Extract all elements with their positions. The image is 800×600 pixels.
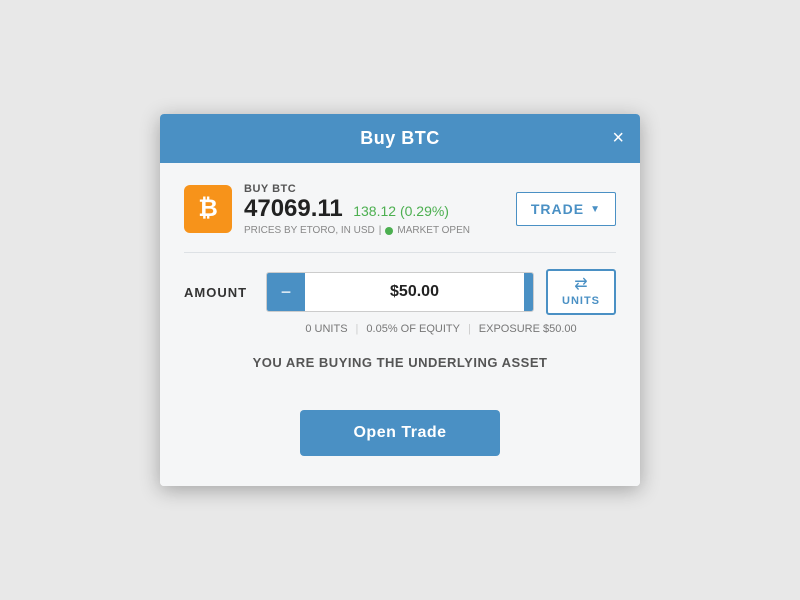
modal-header: Buy BTC × bbox=[160, 114, 640, 163]
btc-icon: ₿ bbox=[184, 185, 232, 233]
chevron-down-icon: ▼ bbox=[590, 204, 601, 215]
increase-button[interactable]: + bbox=[524, 273, 534, 311]
modal-body: ₿ BUY BTC 47069.11 138.12 (0.29%) PRICES… bbox=[160, 163, 640, 487]
trade-dropdown-button[interactable]: TRADE ▼ bbox=[516, 192, 616, 226]
equity-stat: 0.05% OF EQUITY bbox=[366, 323, 460, 335]
separator-2: | bbox=[468, 323, 471, 335]
trade-dropdown-label: TRADE bbox=[531, 201, 584, 217]
stats-row: 0 UNITS | 0.05% OF EQUITY | EXPOSURE $50… bbox=[184, 323, 616, 335]
amount-label: AMOUNT bbox=[184, 285, 254, 300]
asset-row: ₿ BUY BTC 47069.11 138.12 (0.29%) PRICES… bbox=[184, 183, 616, 254]
underlying-asset-message: YOU ARE BUYING THE UNDERLYING ASSET bbox=[184, 355, 616, 370]
market-open-dot bbox=[385, 227, 393, 235]
separator-1: | bbox=[356, 323, 359, 335]
buy-btc-modal: Buy BTC × ₿ BUY BTC 47069.11 138.12 (0.2… bbox=[160, 114, 640, 487]
amount-controls: − + bbox=[266, 272, 534, 312]
asset-meta: PRICES BY ETORO, IN USD | MARKET OPEN bbox=[244, 225, 470, 236]
asset-details: BUY BTC 47069.11 138.12 (0.29%) PRICES B… bbox=[244, 183, 470, 237]
asset-price: 47069.11 bbox=[244, 195, 343, 222]
asset-label: BUY BTC bbox=[244, 183, 470, 195]
units-label: UNITS bbox=[562, 295, 600, 307]
units-toggle-button[interactable]: ⇄ UNITS bbox=[546, 269, 616, 315]
asset-change: 138.12 (0.29%) bbox=[353, 203, 449, 219]
modal-title: Buy BTC bbox=[360, 128, 440, 149]
swap-icon: ⇄ bbox=[574, 277, 587, 293]
asset-info: ₿ BUY BTC 47069.11 138.12 (0.29%) PRICES… bbox=[184, 183, 470, 237]
open-trade-button[interactable]: Open Trade bbox=[300, 410, 500, 456]
units-stat: 0 UNITS bbox=[305, 323, 347, 335]
market-status: MARKET OPEN bbox=[397, 225, 470, 236]
amount-input[interactable] bbox=[305, 273, 524, 311]
price-row: 47069.11 138.12 (0.29%) bbox=[244, 195, 470, 224]
prices-by-label: PRICES BY ETORO, IN USD bbox=[244, 225, 375, 236]
decrease-button[interactable]: − bbox=[267, 273, 305, 311]
close-button[interactable]: × bbox=[612, 128, 624, 148]
exposure-stat: EXPOSURE $50.00 bbox=[479, 323, 577, 335]
amount-row: AMOUNT − + ⇄ UNITS bbox=[184, 269, 616, 315]
